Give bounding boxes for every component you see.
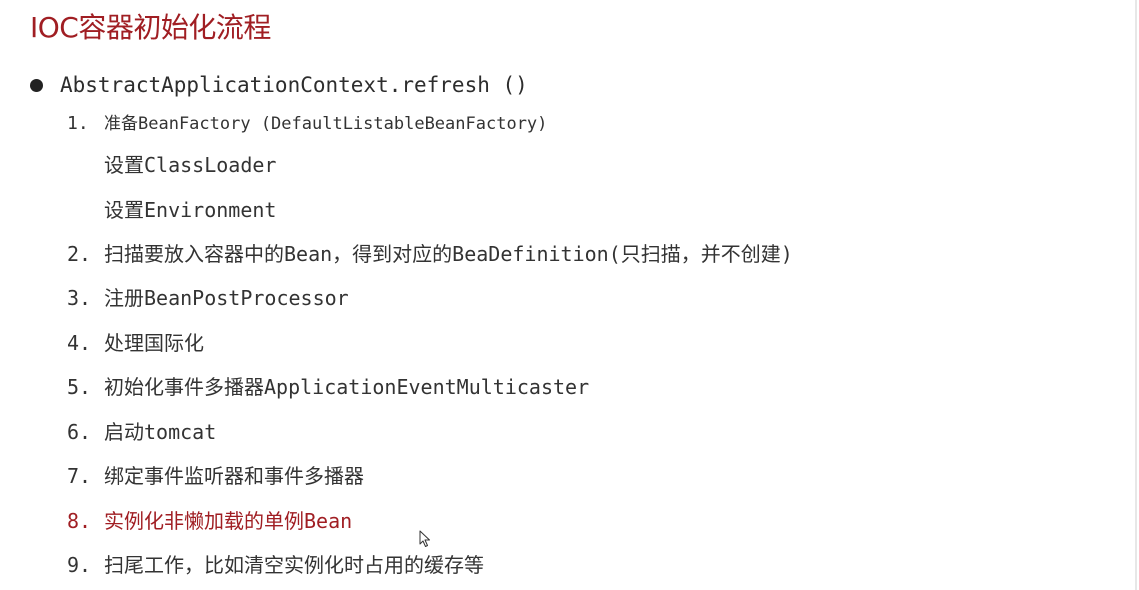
step-1: 1. 准备BeanFactory (DefaultListableBeanFac… — [67, 109, 547, 139]
step-number: 4. — [67, 331, 92, 355]
step-text: 绑定事件监听器和事件多播器 — [104, 464, 364, 488]
step-number: 5. — [67, 375, 92, 399]
mouse-pointer-icon — [419, 530, 430, 547]
step-text: 初始化事件多播器ApplicationEventMulticaster — [104, 375, 590, 399]
step-8-highlighted: 8. 实例化非懒加载的单例Bean — [67, 506, 352, 536]
step-text: 扫尾工作，比如清空实例化时占用的缓存等 — [104, 553, 484, 577]
step-text: 实例化非懒加载的单例Bean — [104, 509, 353, 533]
step-number: 9. — [67, 553, 92, 577]
step-text: 启动tomcat — [104, 420, 217, 444]
step-1-subitem-environment: 设置Environment — [104, 198, 277, 222]
step-number: 2. — [67, 242, 92, 266]
main-bullet: AbstractApplicationContext.refresh () — [30, 68, 528, 102]
step-number: 7. — [67, 464, 92, 488]
step-2: 2. 扫描要放入容器中的Bean，得到对应的BeaDefinition(只扫描，… — [67, 239, 793, 269]
step-1-subitem-classloader: 设置ClassLoader — [104, 153, 277, 177]
step-6: 6. 启动tomcat — [67, 417, 216, 447]
step-number: 6. — [67, 420, 92, 444]
step-text: 扫描要放入容器中的Bean，得到对应的BeaDefinition(只扫描，并不创… — [104, 242, 793, 266]
step-number: 1. — [67, 113, 89, 134]
step-5: 5. 初始化事件多播器ApplicationEventMulticaster — [67, 372, 589, 402]
step-text: 准备BeanFactory (DefaultListableBeanFactor… — [104, 114, 548, 134]
step-text: 注册BeanPostProcessor — [104, 286, 349, 310]
step-number: 3. — [67, 286, 92, 310]
page-title: IOC容器初始化流程 — [30, 11, 271, 44]
bullet-dot-icon — [30, 78, 43, 92]
step-3: 3. 注册BeanPostProcessor — [67, 283, 349, 313]
main-method-text: AbstractApplicationContext.refresh () — [60, 73, 528, 97]
step-9: 9. 扫尾工作，比如清空实例化时占用的缓存等 — [67, 550, 484, 580]
step-text: 处理国际化 — [104, 331, 204, 355]
step-7: 7. 绑定事件监听器和事件多播器 — [67, 461, 364, 491]
step-4: 4. 处理国际化 — [67, 328, 204, 358]
step-number: 8. — [67, 509, 92, 533]
right-edge-divider — [1135, 0, 1137, 590]
